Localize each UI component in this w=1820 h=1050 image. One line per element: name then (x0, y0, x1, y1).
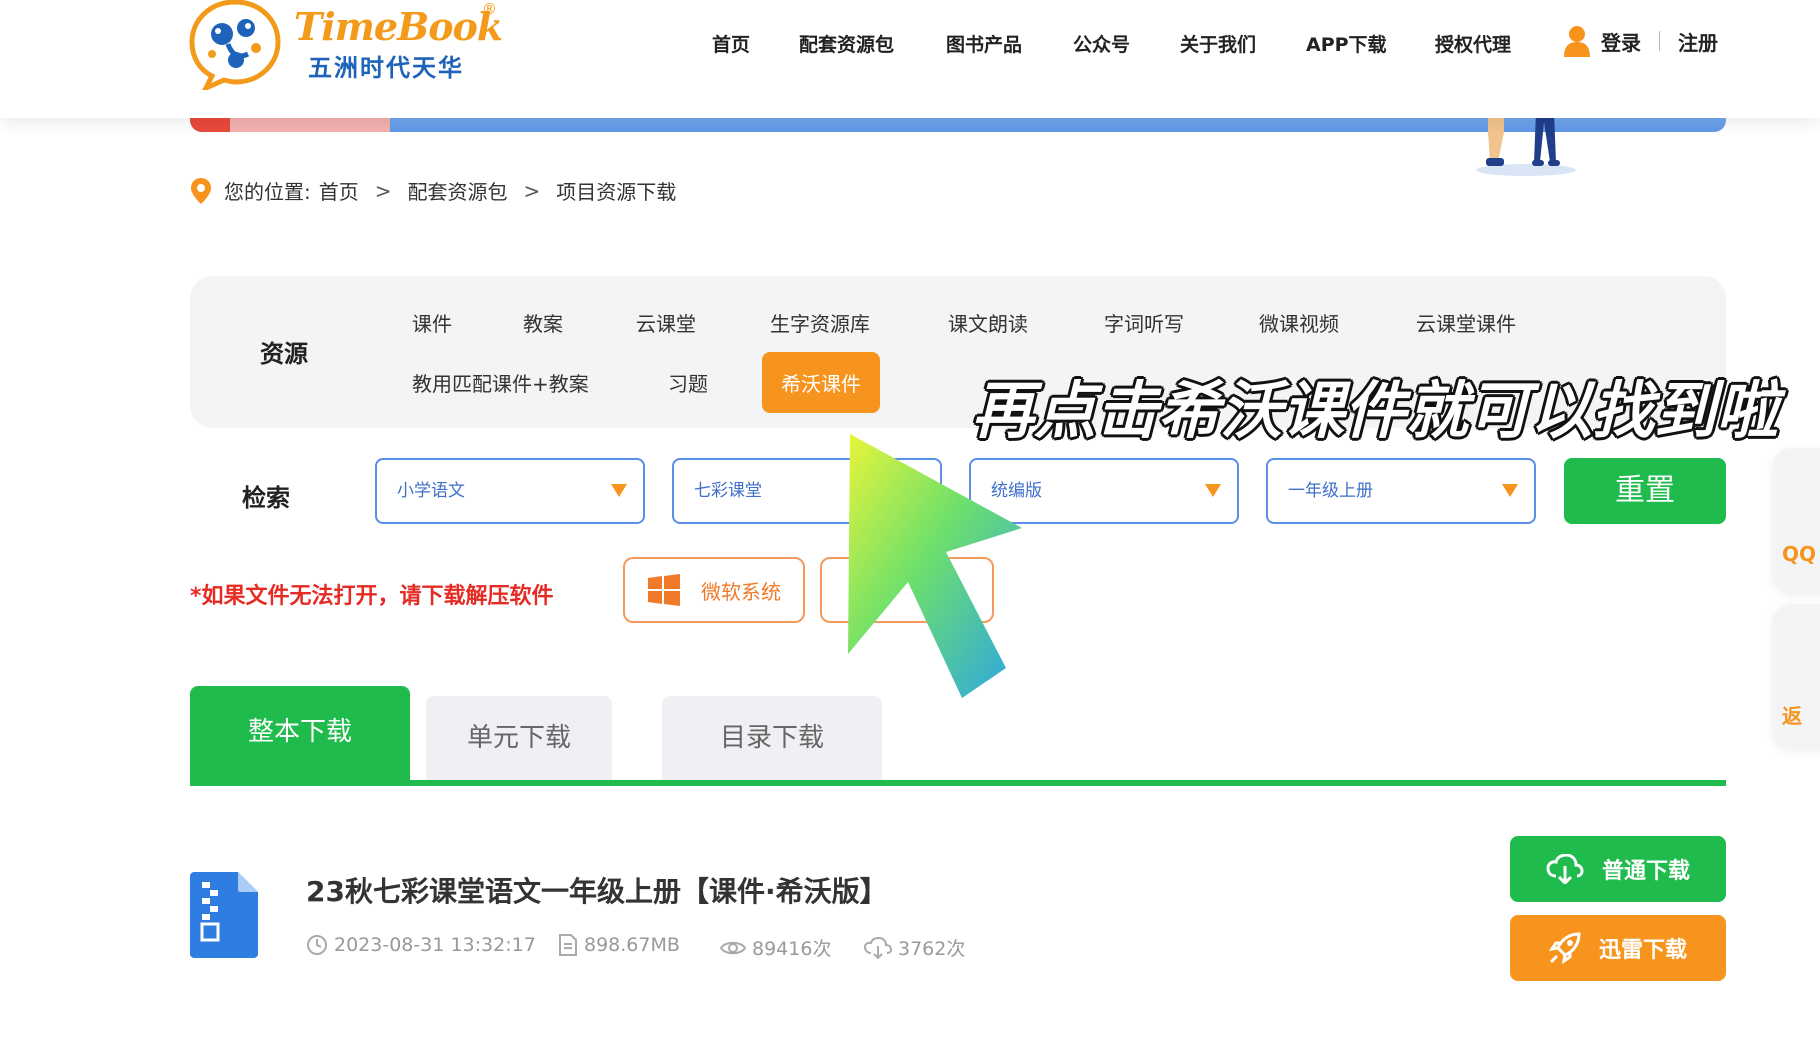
resource-label: 资源 (260, 340, 308, 368)
breadcrumb-separator: > (523, 178, 541, 203)
site-header: TimeBook ® 五洲时代天华 首页 配套资源包 图书产品 公众号 关于我们… (0, 0, 1820, 118)
series-dropdown-value: 七彩课堂 (694, 481, 762, 501)
grade-dropdown-value: 一年级上册 (1288, 481, 1373, 501)
cloud-download-icon (1546, 854, 1584, 884)
file-downloads-value: 3762次 (898, 938, 966, 960)
register-link[interactable]: 注册 (1678, 27, 1718, 56)
document-icon (559, 934, 577, 956)
normal-download-label: 普通下载 (1601, 859, 1690, 884)
windows-download-button[interactable]: 微软系统 (623, 557, 805, 623)
thunder-download-label: 迅雷下载 (1598, 938, 1687, 963)
logo-subtitle: 五洲时代天华 (308, 54, 464, 82)
float-qq-label: QQ (1782, 542, 1817, 566)
rocket-icon (1548, 932, 1581, 964)
breadcrumb-home[interactable]: 首页 (319, 176, 359, 205)
nav-resource-packs[interactable]: 配套资源包 (799, 30, 894, 57)
pointer-cursor-icon (848, 434, 1022, 698)
tab-underline (190, 780, 1726, 786)
eye-icon (720, 941, 746, 954)
timebook-logo[interactable]: TimeBook ® 五洲时代天华 (188, 0, 508, 92)
resource-text-reading[interactable]: 课文朗读 (948, 308, 1028, 337)
breadcrumb-separator: > (374, 178, 392, 203)
cloud-download-icon (864, 936, 892, 959)
grade-dropdown[interactable]: 一年级上册 (1266, 458, 1536, 524)
banner-figure-illustration (1476, 112, 1576, 176)
file-date-value: 2023-08-31 13:32:17 (334, 934, 536, 956)
windows-download-label: 微软系统 (701, 579, 781, 604)
resource-seewo-courseware[interactable]: 希沃课件 (762, 352, 880, 413)
windows-icon (648, 574, 680, 606)
tab-unit-download[interactable]: 单元下载 (426, 696, 612, 784)
reset-button[interactable]: 重置 (1564, 458, 1726, 524)
nav-about-us[interactable]: 关于我们 (1180, 30, 1256, 57)
subject-dropdown-value: 小学语文 (397, 481, 465, 501)
resource-cloud-class[interactable]: 云课堂 (636, 308, 696, 337)
file-downloads: 3762次 (864, 934, 965, 961)
registered-mark: ® (482, 0, 497, 18)
nav-home[interactable]: 首页 (712, 30, 750, 57)
user-icon (1564, 26, 1590, 57)
login-link[interactable]: 登录 (1601, 27, 1641, 56)
dropdown-arrow-icon (1502, 484, 1518, 497)
zip-file-icon (190, 872, 258, 958)
logo-speech-bubble-icon (189, 0, 281, 90)
nav-app-download[interactable]: APP下载 (1306, 30, 1387, 57)
resource-cloud-courseware[interactable]: 云课堂课件 (1416, 308, 1516, 337)
nav-official-account[interactable]: 公众号 (1073, 30, 1130, 57)
resource-dictation[interactable]: 字词听写 (1104, 308, 1184, 337)
file-views-value: 89416次 (752, 938, 832, 960)
float-back-to-top-card[interactable]: 返 (1772, 604, 1820, 750)
breadcrumb-resource-packs[interactable]: 配套资源包 (408, 176, 508, 205)
resource-lesson-plan[interactable]: 教案 (523, 308, 563, 337)
file-views: 89416次 (720, 934, 831, 961)
resource-courseware[interactable]: 课件 (412, 308, 452, 337)
video-caption: 再点击希沃课件就可以找到啦 (972, 374, 1779, 447)
dropdown-arrow-icon (611, 484, 627, 497)
logo-title: TimeBook (294, 4, 503, 49)
resource-micro-video[interactable]: 微课视频 (1259, 308, 1339, 337)
nav-agency[interactable]: 授权代理 (1435, 30, 1511, 57)
breadcrumb: 您的位置: 首页 > 配套资源包 > 项目资源下载 (190, 176, 684, 205)
resource-character-library[interactable]: 生字资源库 (770, 308, 870, 337)
search-label: 检索 (242, 484, 290, 512)
thunder-download-button[interactable]: 迅雷下载 (1510, 915, 1726, 981)
tab-full-download[interactable]: 整本下载 (190, 686, 410, 784)
dropdown-arrow-icon (1205, 484, 1221, 497)
breadcrumb-current: 项目资源下载 (556, 180, 677, 204)
auth-links: 登录 注册 (1563, 24, 1718, 58)
resource-matched-courseware-plan[interactable]: 教用匹配课件+教案 (412, 368, 589, 397)
file-date: 2023-08-31 13:32:17 (306, 934, 536, 956)
normal-download-button[interactable]: 普通下载 (1510, 836, 1726, 902)
file-size: 898.67MB (558, 934, 680, 956)
float-back-label: 返 (1782, 704, 1802, 728)
resource-exercises[interactable]: 习题 (668, 368, 708, 397)
file-title[interactable]: 23秋七彩课堂语文一年级上册【课件·希沃版】 (306, 870, 888, 910)
clock-icon (307, 935, 327, 955)
auth-divider (1659, 31, 1660, 51)
float-qq-card[interactable]: QQ (1772, 448, 1820, 594)
subject-dropdown[interactable]: 小学语文 (375, 458, 645, 524)
unzip-notice: *如果文件无法打开，请下载解压软件 (190, 584, 554, 609)
breadcrumb-prefix: 您的位置: (224, 180, 311, 204)
tab-catalog-download[interactable]: 目录下载 (662, 696, 882, 784)
nav-book-products[interactable]: 图书产品 (946, 30, 1022, 57)
file-size-value: 898.67MB (584, 934, 680, 956)
location-pin-icon (191, 177, 211, 204)
